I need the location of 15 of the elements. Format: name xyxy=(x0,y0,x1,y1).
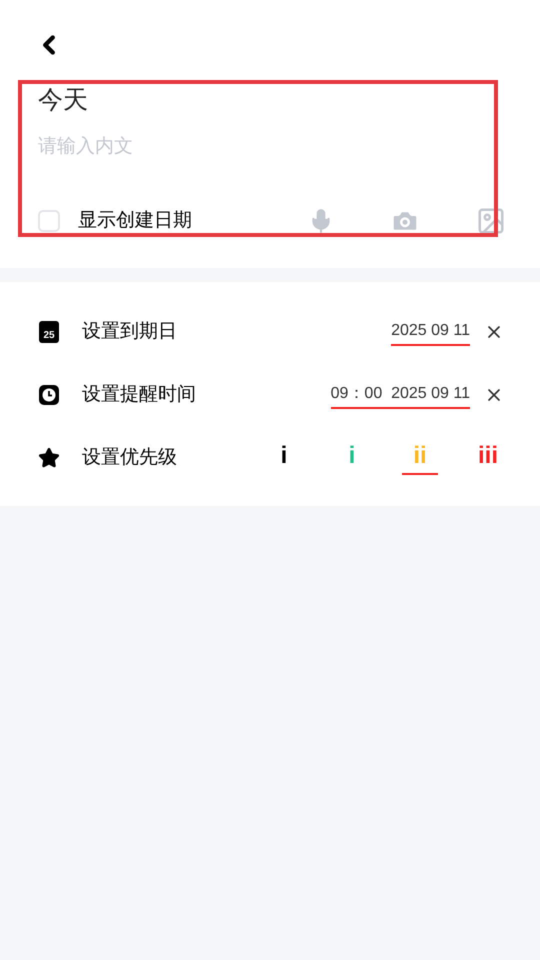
checkbox-label: 显示创建日期 xyxy=(78,208,192,233)
checkbox[interactable] xyxy=(38,210,60,232)
star-icon xyxy=(38,447,60,469)
setting-label: 设置优先级 xyxy=(82,446,177,470)
content-field[interactable]: 请输入内文 xyxy=(38,132,502,162)
setting-label: 设置提醒时间 xyxy=(82,382,196,407)
date-value[interactable]: 2025 09 11 xyxy=(391,318,470,346)
clock-icon xyxy=(38,384,60,406)
priority-option[interactable]: iii xyxy=(470,441,506,475)
title-text: 今天 xyxy=(38,85,89,116)
date-value[interactable]: 09：00 2025 09 11 xyxy=(330,382,470,408)
setting-label: 设置到期日 xyxy=(82,320,177,344)
image-icon[interactable] xyxy=(476,206,506,236)
priority-option[interactable]: i xyxy=(266,441,302,475)
calendar-day: 25 xyxy=(43,331,55,341)
